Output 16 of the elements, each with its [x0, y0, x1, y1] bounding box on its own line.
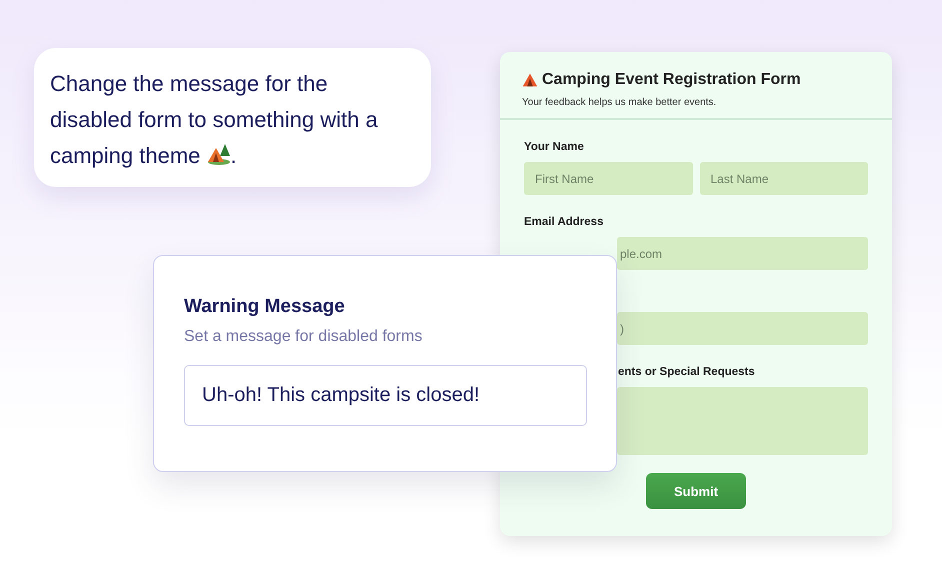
field-label: ents or Special Requests — [618, 365, 756, 380]
camping-icon — [206, 142, 231, 166]
card-title: Warning Message — [184, 296, 346, 318]
form-title: Camping Event Registration Form — [542, 71, 801, 89]
input-field[interactable]: Last Name — [700, 162, 868, 195]
message-input[interactable]: Uh-oh! This campsite is closed! — [184, 365, 587, 426]
text-area[interactable] — [617, 387, 868, 455]
input-field[interactable]: ) — [617, 312, 868, 345]
input-field[interactable]: First Name — [524, 162, 692, 195]
field-label: Email Address — [524, 215, 604, 230]
field-label: Your Name — [524, 140, 585, 155]
prompt-text: Change the message for the disabled form to something with a camping theme . — [50, 70, 379, 170]
input-field[interactable]: ple.com — [617, 237, 868, 270]
tent-icon — [522, 72, 538, 88]
card-subtitle: Set a message for disabled forms — [184, 328, 424, 346]
form-subtitle: Your feedback helps us make better events. — [522, 97, 718, 108]
